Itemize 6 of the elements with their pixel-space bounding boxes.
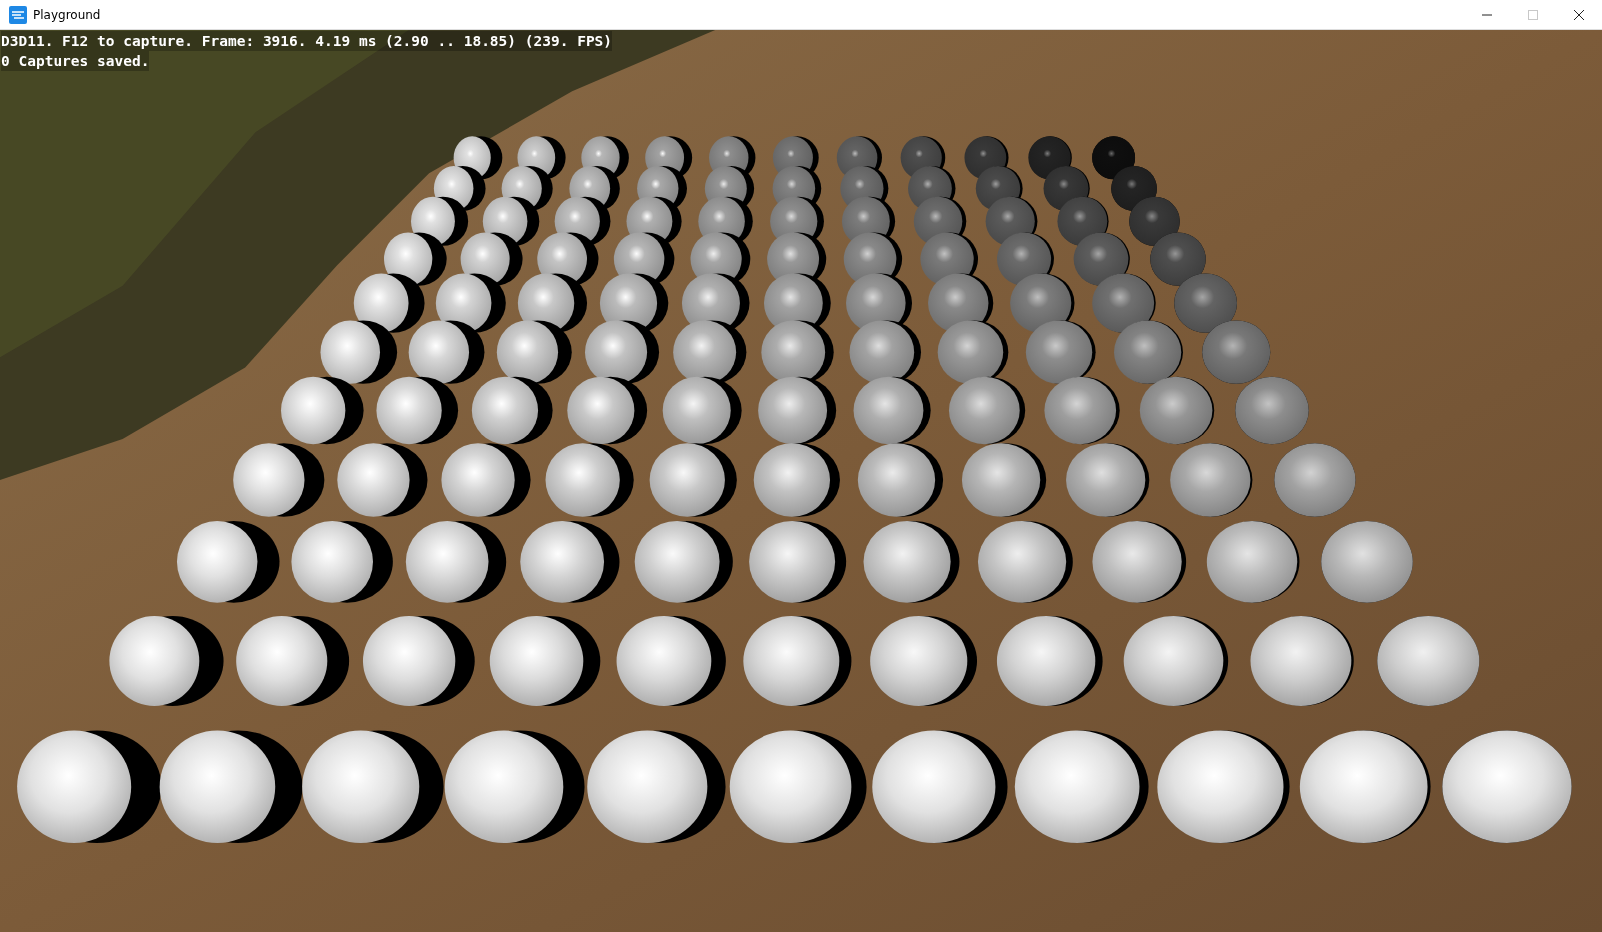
window-title: Playground	[33, 7, 102, 22]
stats-text: 0 Captures saved.	[1, 51, 150, 71]
close-icon	[1574, 9, 1584, 20]
stats-text: D3D11. F12 to capture. Frame: 3916. 4.19 ms (2.90 .. 18.85) (239. FPS)	[1, 31, 613, 51]
maximize-icon	[1528, 9, 1538, 20]
app-icon	[9, 5, 27, 24]
